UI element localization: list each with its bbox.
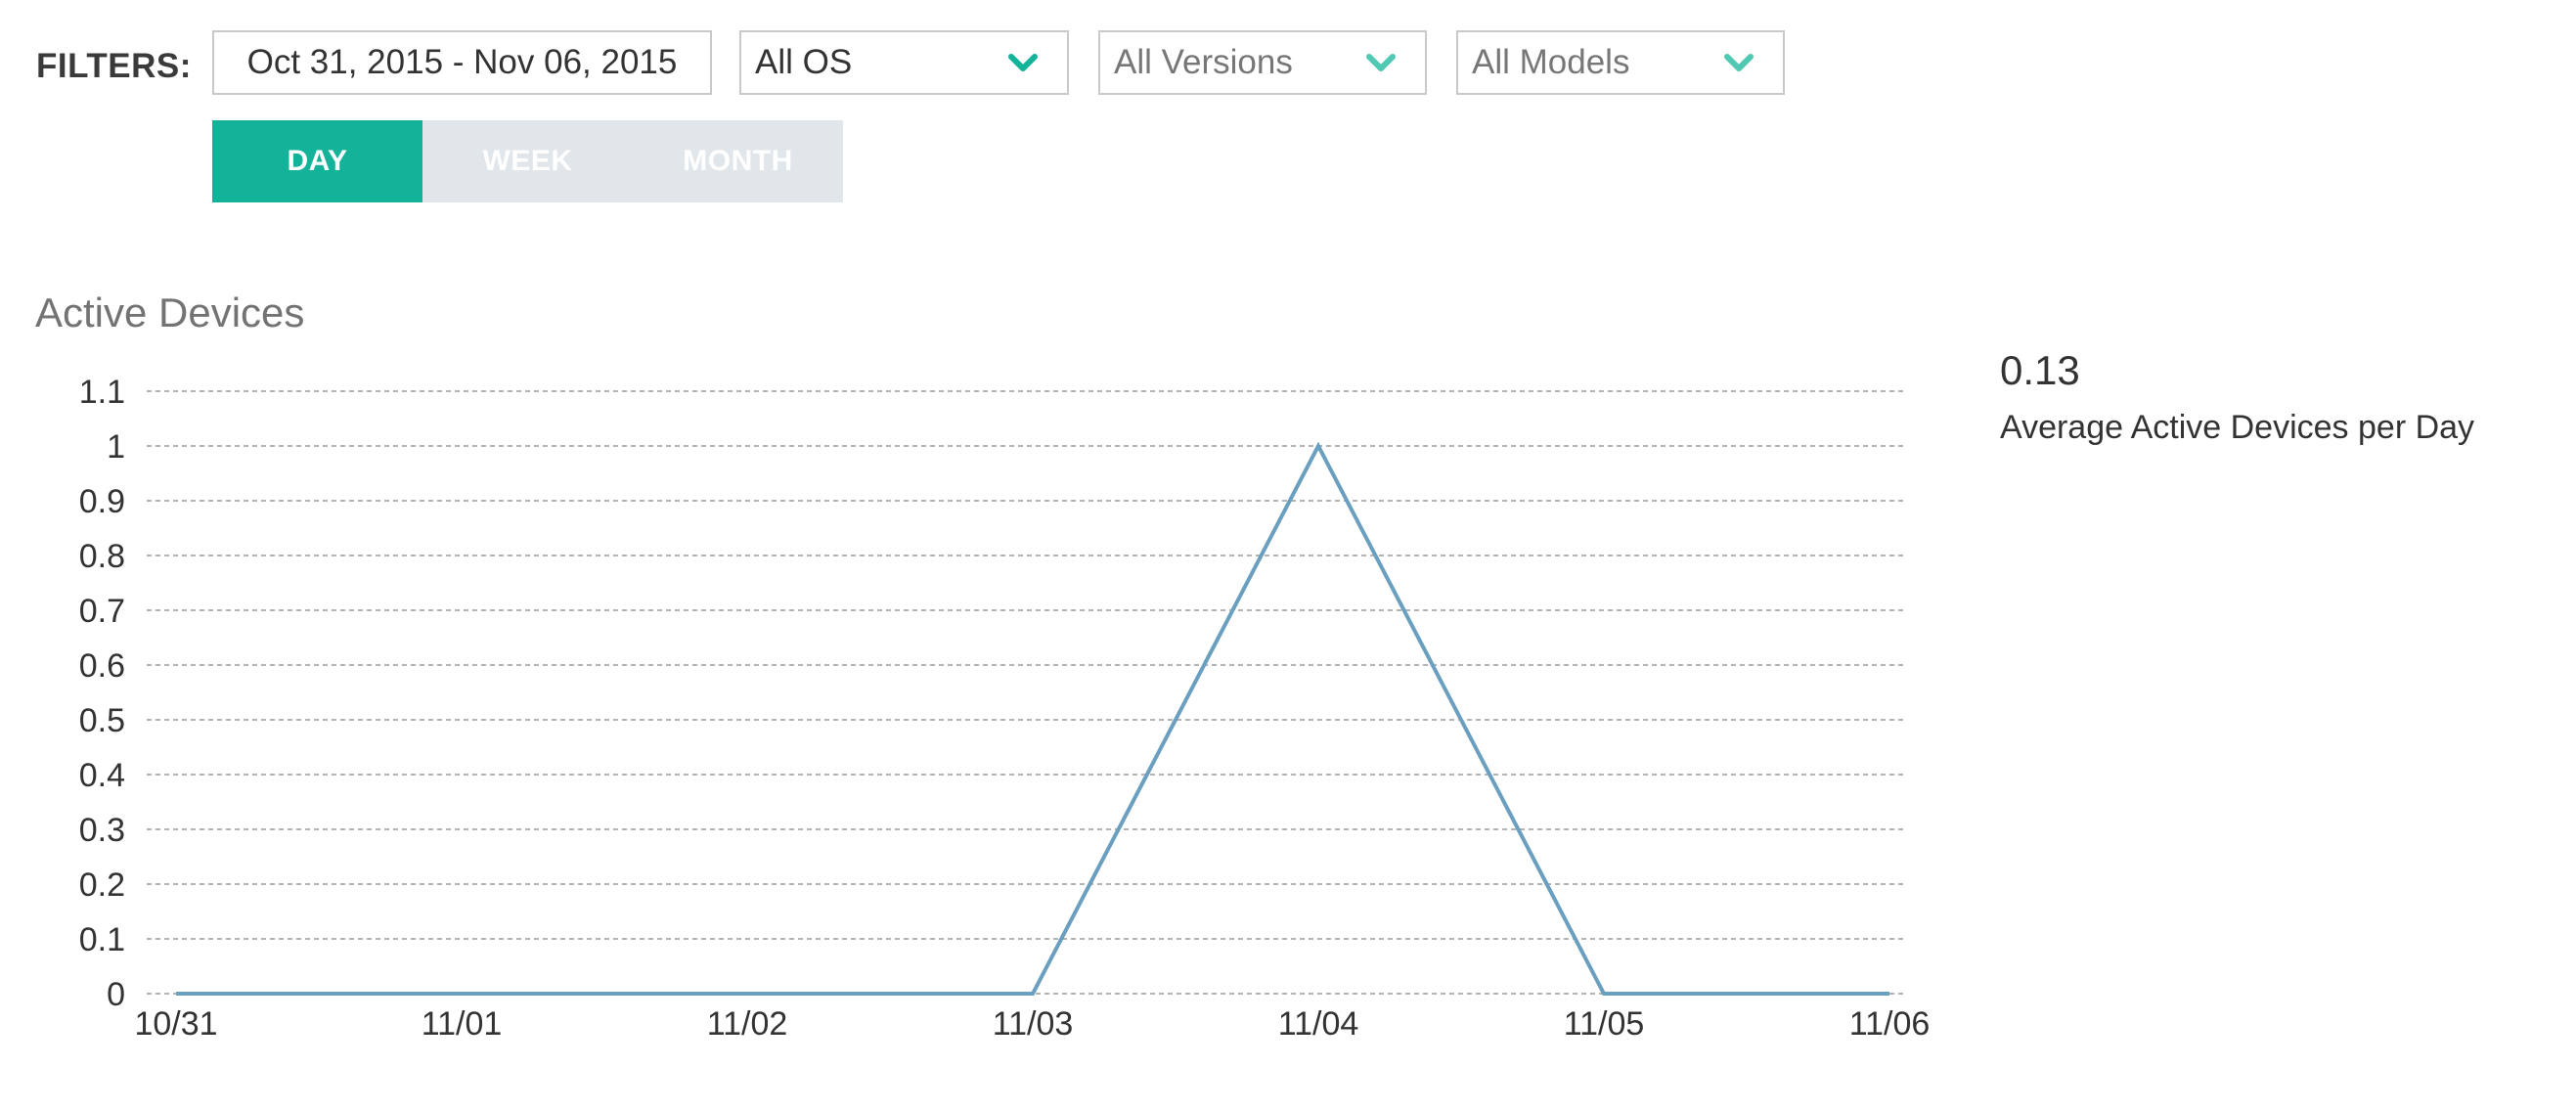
- x-tick-label: 11/06: [1849, 1005, 1931, 1043]
- filters-label: FILTERS:: [36, 47, 192, 85]
- y-tick-label: 0.5: [79, 702, 125, 739]
- chart-title: Active Devices: [35, 289, 305, 335]
- y-tick-label: 0.6: [79, 647, 125, 685]
- y-tick-label: 0.4: [79, 757, 125, 794]
- os-select[interactable]: All OS: [739, 30, 1069, 95]
- y-tick-label: 1: [107, 428, 125, 466]
- chevron-down-icon: [1006, 52, 1040, 73]
- date-range-text: Oct 31, 2015 - Nov 06, 2015: [246, 43, 678, 81]
- y-tick-label: 0.1: [79, 921, 125, 958]
- y-tick-label: 0.2: [79, 867, 125, 904]
- x-tick-label: 11/01: [422, 1005, 503, 1043]
- versions-select[interactable]: All Versions: [1098, 30, 1427, 95]
- x-tick-label: 11/04: [1278, 1005, 1359, 1043]
- period-month-button[interactable]: MONTH: [633, 120, 843, 202]
- date-range-picker[interactable]: Oct 31, 2015 - Nov 06, 2015: [212, 30, 712, 95]
- x-tick-label: 11/02: [707, 1005, 788, 1043]
- y-tick-label: 0.9: [79, 483, 125, 520]
- chevron-down-icon: [1722, 52, 1755, 73]
- period-week-button[interactable]: WEEK: [422, 120, 633, 202]
- versions-select-value: All Versions: [1114, 43, 1293, 81]
- models-select-value: All Models: [1472, 43, 1630, 81]
- period-day-button[interactable]: DAY: [212, 120, 422, 202]
- x-tick-label: 11/03: [993, 1005, 1074, 1043]
- summary-label: Average Active Devices per Day: [2000, 409, 2475, 446]
- period-toggle: DAY WEEK MONTH: [212, 120, 843, 202]
- y-tick-label: 0.8: [79, 538, 125, 575]
- x-tick-label: 11/05: [1564, 1005, 1645, 1043]
- series-line: [176, 441, 1889, 996]
- page: FILTERS: Oct 31, 2015 - Nov 06, 2015 All…: [0, 0, 2576, 1111]
- y-tick-label: 0.7: [79, 593, 125, 630]
- y-tick-label: 0.3: [79, 812, 125, 849]
- chevron-down-icon: [1364, 52, 1398, 73]
- y-tick-label: 1.1: [79, 374, 125, 411]
- models-select[interactable]: All Models: [1456, 30, 1785, 95]
- os-select-value: All OS: [755, 43, 853, 81]
- summary-value: 0.13: [2000, 347, 2080, 393]
- y-tick-label: 0: [107, 976, 125, 1013]
- x-tick-label: 10/31: [134, 1005, 217, 1043]
